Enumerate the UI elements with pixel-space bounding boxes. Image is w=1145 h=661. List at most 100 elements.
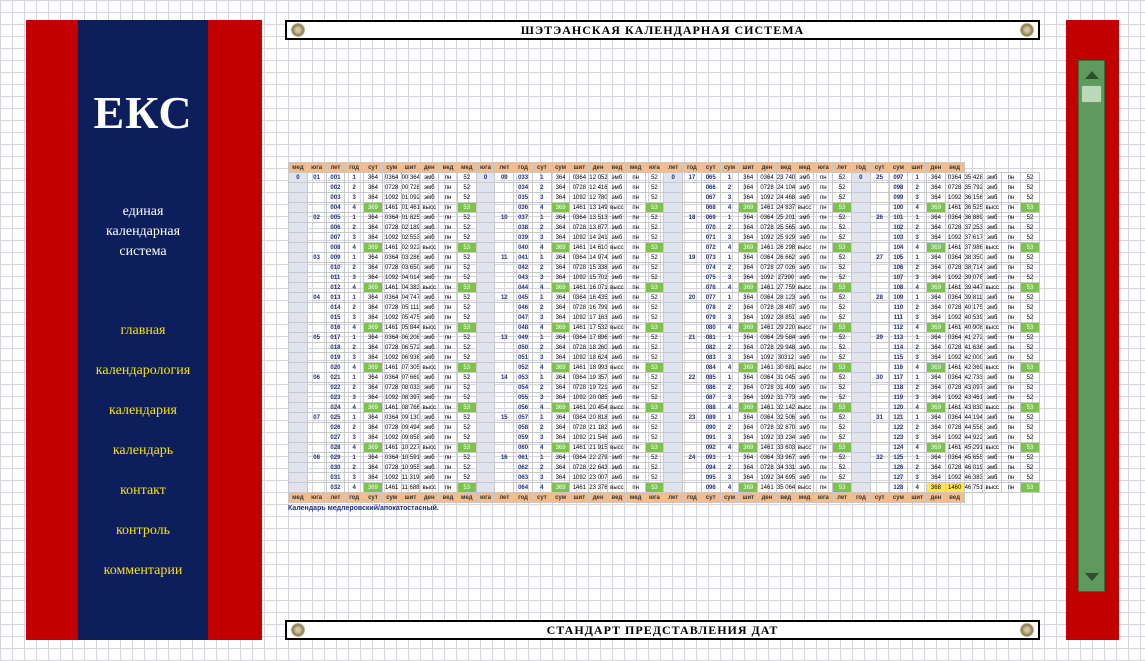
bottom-header-den: ден	[757, 492, 777, 503]
cell-yuga	[869, 282, 890, 293]
cell-den: эмб	[794, 422, 815, 433]
cell-ved: пн	[1001, 302, 1021, 313]
cell-shit: 22 643	[588, 462, 609, 473]
cell-undefined: 52	[1019, 342, 1041, 353]
nav-item-calendar[interactable]: календарь	[48, 440, 238, 480]
cell-med	[850, 392, 871, 403]
cell-den: эмб	[794, 382, 815, 393]
nav-item-calendaria[interactable]: календария	[48, 400, 238, 440]
top-header-god: год	[850, 162, 871, 173]
cell-yuga	[682, 422, 702, 433]
cell-sum: 0728	[757, 302, 777, 313]
cell-den: эмб	[982, 372, 1003, 383]
cell-let: 067	[700, 192, 721, 203]
cell-undefined: 52	[456, 252, 477, 263]
cell-shit: 35 064	[775, 482, 796, 493]
cell-shit: 13 513	[588, 212, 609, 223]
cell-sut: 364	[926, 452, 946, 463]
cell-yuga	[682, 462, 702, 473]
cell-den: высс	[419, 242, 440, 253]
cell-let: 031	[325, 472, 346, 483]
cell-sut: 364	[550, 212, 571, 223]
cell-yuga	[306, 442, 327, 453]
cell-let: 066	[700, 182, 721, 193]
cell-god: 1	[907, 292, 928, 303]
cell-ved: пн	[625, 172, 646, 183]
scroll-up-icon[interactable]	[1085, 71, 1099, 79]
cell-med	[475, 252, 496, 263]
cell-ved: пн	[438, 332, 458, 343]
cell-shit: 40 539	[963, 312, 984, 323]
right-sidebar	[1066, 20, 1119, 640]
table-row: 011 3 364 1092 04 014 эмб пн 52 043 3 364 1092 15 70…	[288, 272, 1041, 283]
cell-undefined: 52	[456, 292, 477, 303]
cell-shit: 18 624	[588, 352, 609, 363]
cell-den: высс	[794, 402, 815, 413]
cell-shit: 03 650	[400, 262, 421, 273]
cell-ved: пн	[813, 192, 834, 203]
site-logo[interactable]: ЕКС	[78, 86, 208, 139]
nav-item-calendarology[interactable]: календарология	[48, 360, 238, 400]
cell-god: 4	[344, 402, 365, 413]
cell-yuga	[494, 422, 515, 433]
cell-undefined: 52	[1019, 232, 1041, 243]
cell-sut: 364	[738, 462, 759, 473]
cell-den: высс	[419, 402, 440, 413]
cell-med	[288, 482, 308, 493]
cell-god: 4	[907, 482, 928, 493]
cell-med	[475, 232, 496, 243]
cell-let: 042	[513, 262, 533, 273]
cell-med	[850, 312, 871, 323]
cell-med	[475, 292, 496, 303]
cell-yuga	[682, 362, 702, 373]
cell-med	[288, 332, 308, 343]
cell-shit: 02 189	[400, 222, 421, 233]
scrollbar[interactable]	[1078, 60, 1105, 592]
cell-sum: 0364	[757, 332, 777, 343]
cell-undefined: 52	[832, 422, 852, 433]
cell-med	[663, 212, 684, 223]
cell-sum: 0728	[944, 222, 965, 233]
cell-med	[663, 182, 684, 193]
cell-yuga	[869, 362, 890, 373]
cell-yuga	[306, 472, 327, 483]
cell-shit: 21 915	[588, 442, 609, 453]
cell-sut: 369	[363, 362, 383, 373]
cell-med	[475, 302, 496, 313]
cell-den: эмб	[607, 302, 627, 313]
cell-med	[288, 222, 308, 233]
cell-god: 2	[531, 342, 552, 353]
bottom-header-let: лет	[832, 492, 852, 503]
cell-den: высс	[794, 442, 815, 453]
cell-sum: 1461	[569, 282, 590, 293]
cell-undefined: 53	[1019, 442, 1041, 453]
cell-let: 049	[513, 332, 533, 343]
cell-den: высс	[982, 442, 1003, 453]
cell-god: 4	[719, 242, 740, 253]
cell-sut: 364	[550, 412, 571, 423]
cell-sum: 0364	[757, 212, 777, 223]
cell-den: эмб	[419, 342, 440, 353]
cell-undefined: 53	[832, 482, 852, 493]
cell-den: эмб	[982, 342, 1003, 353]
nav-item-comments[interactable]: комментарии	[48, 560, 238, 600]
cell-sum: 0728	[757, 462, 777, 473]
nav-item-main[interactable]: главная	[48, 320, 238, 360]
cell-den: высс	[607, 282, 627, 293]
cell-sut: 364	[738, 222, 759, 233]
cell-med	[663, 362, 684, 373]
cell-undefined: 52	[1019, 332, 1041, 343]
top-header-let: лет	[832, 162, 852, 173]
nav-item-contact[interactable]: контакт	[48, 480, 238, 520]
cell-ved: пн	[438, 462, 458, 473]
cell-sum: 0728	[944, 342, 965, 353]
cell-sum: 0364	[381, 452, 402, 463]
cell-undefined: 53	[1019, 242, 1041, 253]
cell-sum: 1461	[757, 282, 777, 293]
cell-let: 041	[513, 252, 533, 263]
scroll-down-icon[interactable]	[1085, 573, 1099, 581]
cell-med	[663, 422, 684, 433]
cell-shit: 32 506	[775, 412, 796, 423]
nav-item-control[interactable]: контроль	[48, 520, 238, 560]
scrollbar-thumb[interactable]	[1081, 85, 1102, 103]
